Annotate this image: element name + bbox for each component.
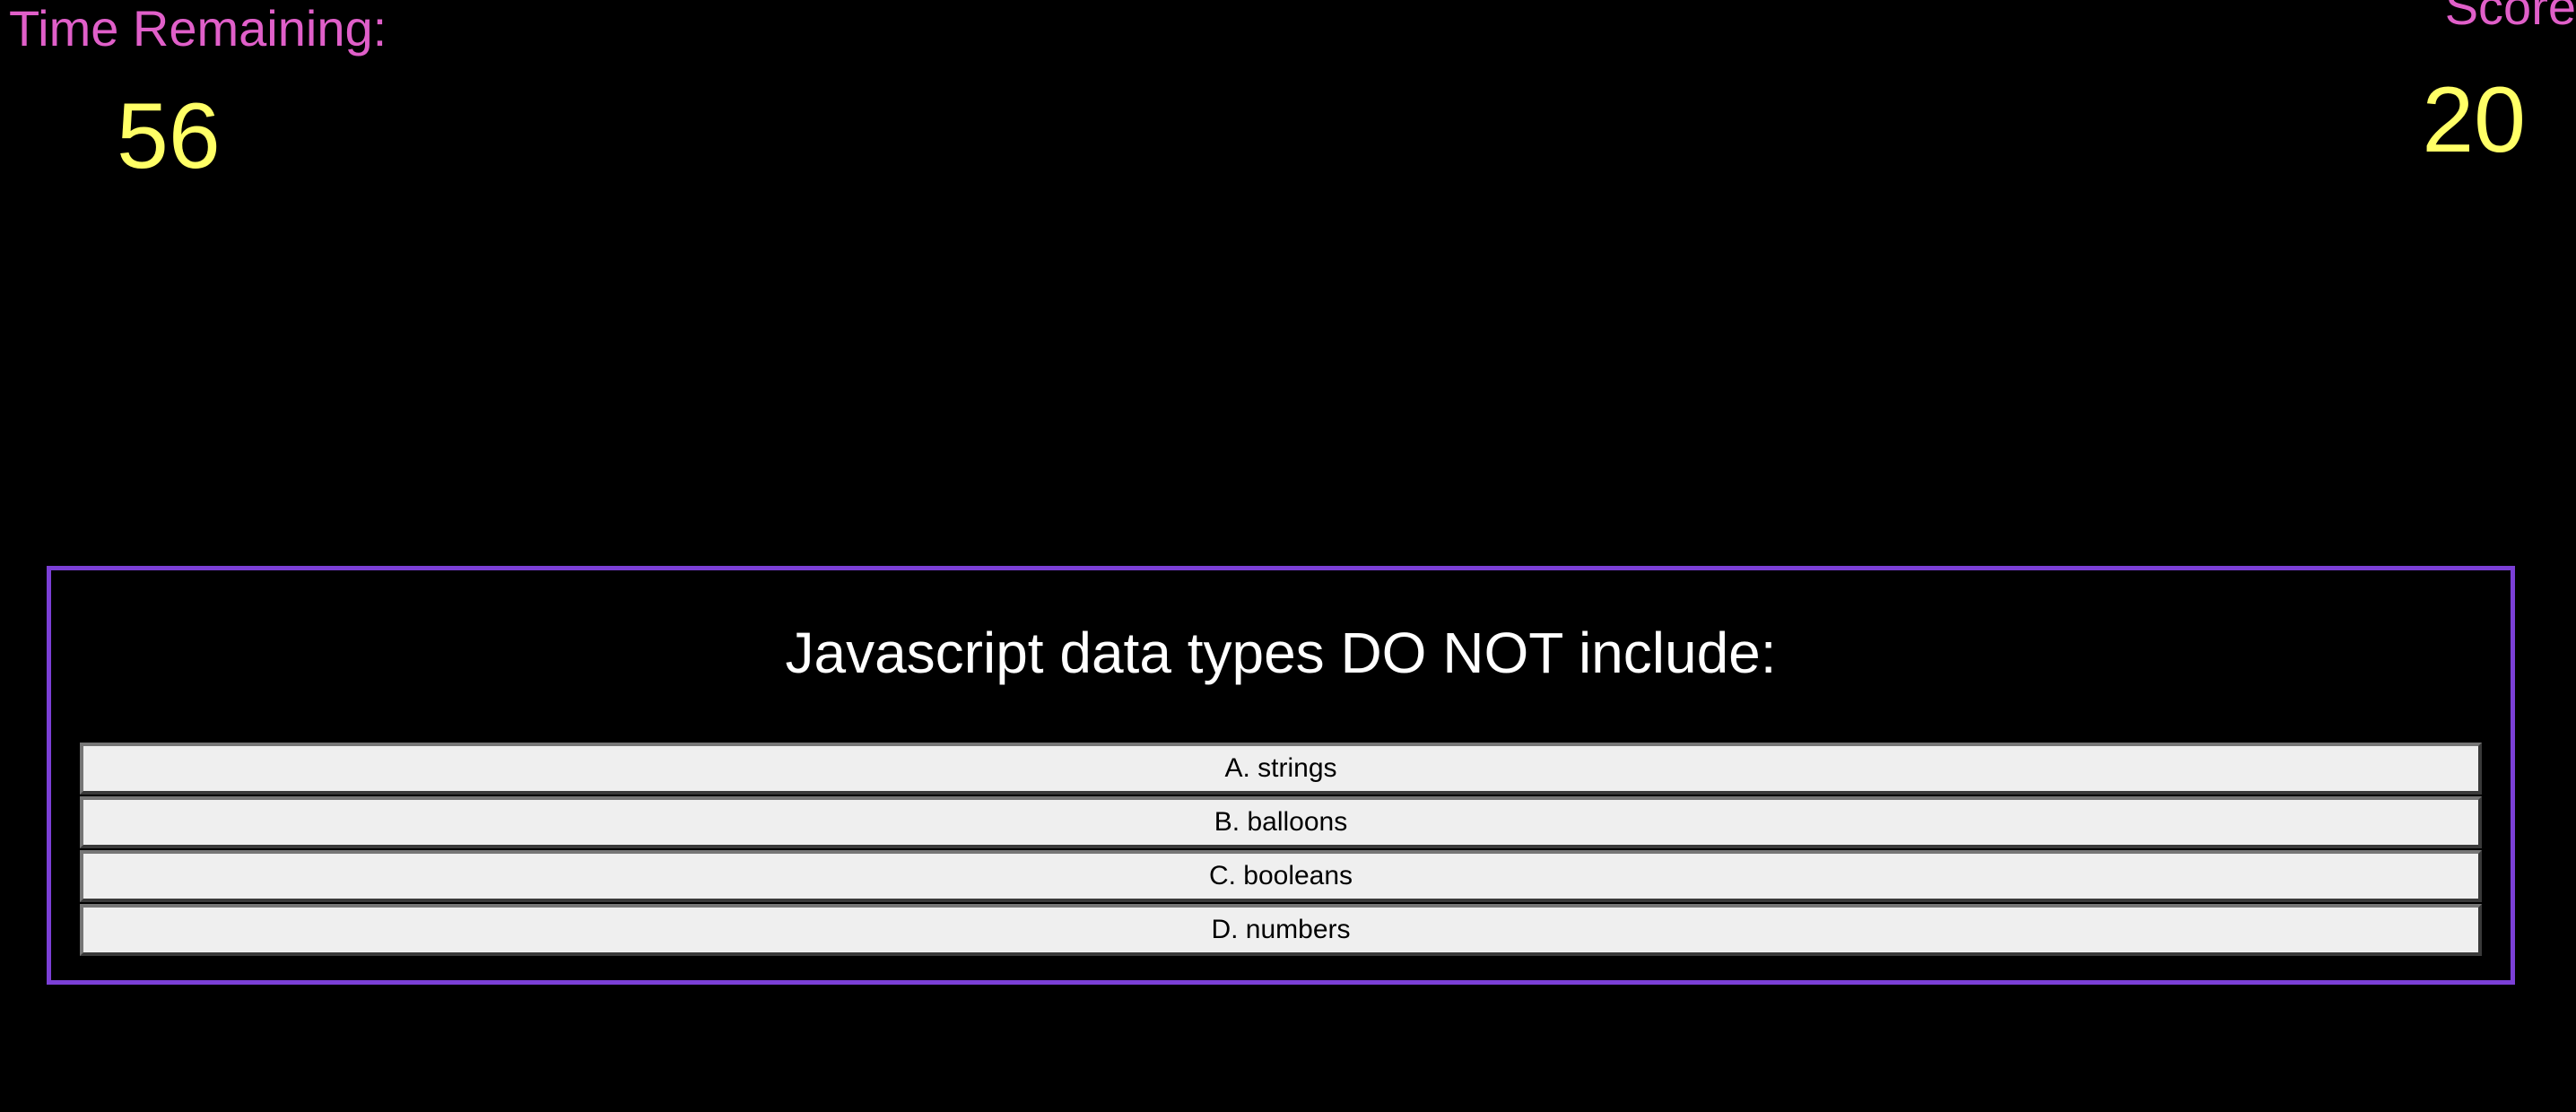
question-card: Javascript data types DO NOT include: A.…: [47, 566, 2515, 985]
score-label: Score: [2444, 0, 2576, 35]
score-value: 20: [2422, 68, 2526, 172]
answer-button-b[interactable]: B. balloons: [80, 796, 2482, 848]
time-remaining-value: 56: [117, 84, 221, 188]
answer-button-a[interactable]: A. strings: [80, 743, 2482, 795]
question-text: Javascript data types DO NOT include:: [785, 621, 1777, 685]
quiz-app: Time Remaining: 56 Score 20 Javascript d…: [0, 0, 2576, 1112]
answer-list: A. strings B. balloons C. booleans D. nu…: [80, 743, 2482, 958]
time-remaining-label: Time Remaining:: [9, 0, 387, 56]
answer-button-d[interactable]: D. numbers: [80, 904, 2482, 956]
answer-button-c[interactable]: C. booleans: [80, 850, 2482, 902]
